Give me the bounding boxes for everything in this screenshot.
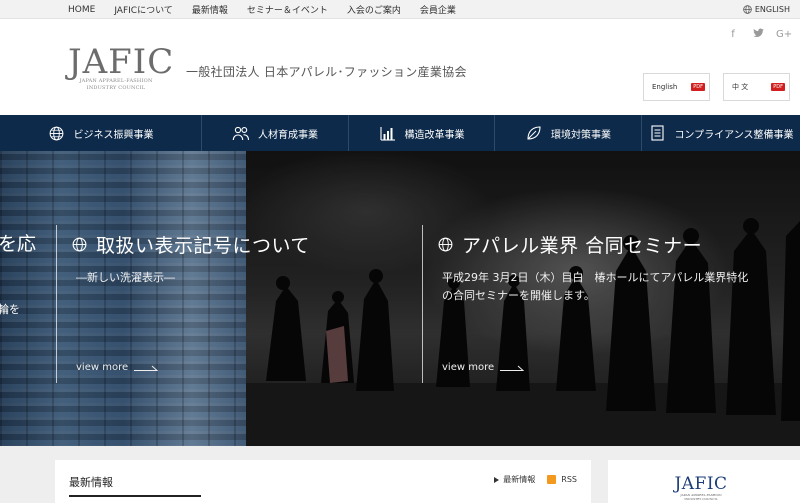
top-nav-members[interactable]: 会員企業 — [420, 3, 456, 16]
arrow-right-icon — [134, 365, 159, 371]
nav-structural-reform[interactable]: 構造改革事業 — [348, 115, 494, 151]
english-pdf-label: English — [652, 83, 678, 91]
hero-slider: を応 輪を 取扱い表示記号について ―新しい洗濯表示― view more アパ… — [0, 151, 800, 446]
nav-environmental[interactable]: 環境対策事業 — [494, 115, 641, 151]
card-divider — [422, 225, 423, 383]
globe-icon — [72, 237, 87, 252]
nav-human-resources[interactable]: 人材育成事業 — [201, 115, 348, 151]
side-jafic-logo[interactable]: JAFIC JAPAN APPAREL-FASHION INDUSTRY COU… — [666, 475, 736, 501]
hero-card-title: アパレル業界 合同セミナー — [438, 231, 702, 258]
social-links: f G+ — [715, 28, 792, 42]
view-more-link[interactable]: view more — [442, 362, 525, 373]
globe-icon — [48, 124, 66, 142]
nav-label: 環境対策事業 — [551, 129, 611, 141]
card-divider — [56, 225, 57, 383]
main-nav: ビジネス振興事業 人材育成事業 構造改革事業 環境対策事業 コンプライアンス整備… — [0, 115, 800, 151]
top-nav-about[interactable]: JAFICについて — [114, 3, 173, 16]
previous-slide-title-fragment: を応 — [0, 233, 37, 255]
news-links: 最新情報 RSS — [482, 474, 577, 485]
hero-card-title: 取扱い表示記号について — [72, 231, 310, 258]
hero-card-body: ―新しい洗濯表示― — [76, 269, 175, 287]
globe-icon — [438, 237, 453, 252]
caret-right-icon — [494, 476, 500, 483]
bar-chart-icon — [379, 124, 397, 142]
top-nav-seminars[interactable]: セミナー＆イベント — [247, 3, 328, 16]
globe-icon — [743, 5, 752, 14]
top-nav-news[interactable]: 最新情報 — [192, 3, 228, 16]
view-more-label: view more — [442, 362, 495, 373]
latest-news-label: 最新情報 — [503, 475, 536, 484]
logo-subtitle-line1: JAPAN APPAREL-FASHION — [79, 78, 153, 84]
top-nav-home[interactable]: HOME — [68, 5, 95, 15]
hero-card-title-text: アパレル業界 合同セミナー — [462, 235, 703, 257]
pdf-icon: PDF — [771, 83, 785, 91]
previous-slide-body-fragment: 輪を — [0, 303, 20, 316]
hero-card-body-line1: 平成29年 3月2日（木）目白 椿ホールにてアパレル業界特化 — [442, 271, 749, 284]
side-logo-subtitle-line2: INDUSTRY COUNCIL — [684, 497, 718, 501]
pdf-icon: PDF — [691, 83, 705, 91]
nav-label: コンプライアンス整備事業 — [674, 129, 794, 141]
content-area: 最新情報 最新情報 RSS JAFIC JAPAN APPAREL-FASHIO… — [0, 446, 800, 503]
jafic-logo[interactable]: JAFIC JAPAN APPAREL-FASHION INDUSTRY COU… — [68, 42, 175, 96]
leaf-icon — [525, 124, 543, 142]
news-panel-title: 最新情報 — [69, 476, 113, 489]
rss-link[interactable]: RSS — [547, 475, 577, 484]
view-more-link[interactable]: view more — [76, 362, 159, 373]
view-more-label: view more — [76, 362, 129, 373]
latest-news-link[interactable]: 最新情報 — [494, 474, 535, 485]
hero-card-joint-seminar[interactable]: アパレル業界 合同セミナー 平成29年 3月2日（木）目白 椿ホールにてアパレル… — [422, 225, 800, 383]
nav-label: 人材育成事業 — [258, 129, 318, 141]
english-pdf-button[interactable]: English PDF — [643, 73, 710, 101]
chinese-pdf-label: 中 文 — [732, 83, 749, 91]
news-panel: 最新情報 最新情報 RSS — [55, 460, 591, 503]
document-icon — [648, 124, 666, 142]
top-nav: HOME JAFICについて 最新情報 セミナー＆イベント 入会のご案内 会員企… — [68, 0, 475, 19]
people-icon — [232, 124, 250, 142]
arrow-right-icon — [500, 365, 525, 371]
nav-label: 構造改革事業 — [404, 129, 465, 141]
english-label: ENGLISH — [754, 5, 790, 14]
top-utility-bar: HOME JAFICについて 最新情報 セミナー＆イベント 入会のご案内 会員企… — [0, 0, 800, 19]
twitter-icon[interactable] — [751, 28, 765, 42]
hero-card-body-line2: の合同セミナーを開催します。 — [442, 289, 595, 302]
nav-business-promotion[interactable]: ビジネス振興事業 — [0, 115, 201, 151]
facebook-icon[interactable]: f — [726, 28, 740, 42]
top-nav-membership[interactable]: 入会のご案内 — [347, 3, 401, 16]
hero-card-title-text: 取扱い表示記号について — [96, 235, 310, 257]
logo-subtitle-line2: INDUSTRY COUNCIL — [86, 85, 146, 91]
rss-icon — [547, 475, 557, 484]
nav-compliance[interactable]: コンプライアンス整備事業 — [641, 115, 800, 151]
english-language-link[interactable]: ENGLISH — [743, 0, 790, 19]
chinese-pdf-button[interactable]: 中 文 PDF — [723, 73, 790, 101]
logo-wordmark: JAFIC — [68, 42, 175, 82]
rss-label: RSS — [561, 475, 577, 484]
side-logo-wordmark: JAFIC — [674, 474, 728, 494]
side-panel: JAFIC JAPAN APPAREL-FASHION INDUSTRY COU… — [608, 460, 800, 503]
google-plus-icon[interactable]: G+ — [776, 28, 792, 42]
news-title-underline — [69, 495, 201, 497]
hero-card-body: 平成29年 3月2日（木）目白 椿ホールにてアパレル業界特化 の合同セミナーを開… — [442, 269, 748, 305]
nav-label: ビジネス振興事業 — [73, 129, 154, 141]
hero-card-body-line1: ―新しい洗濯表示― — [76, 271, 175, 284]
site-header: JAFIC JAPAN APPAREL-FASHION INDUSTRY COU… — [0, 19, 800, 115]
organization-name: 一般社団法人 日本アパレル･ファッション産業協会 — [186, 65, 467, 79]
hero-card-care-labels[interactable]: 取扱い表示記号について ―新しい洗濯表示― view more — [56, 225, 416, 383]
